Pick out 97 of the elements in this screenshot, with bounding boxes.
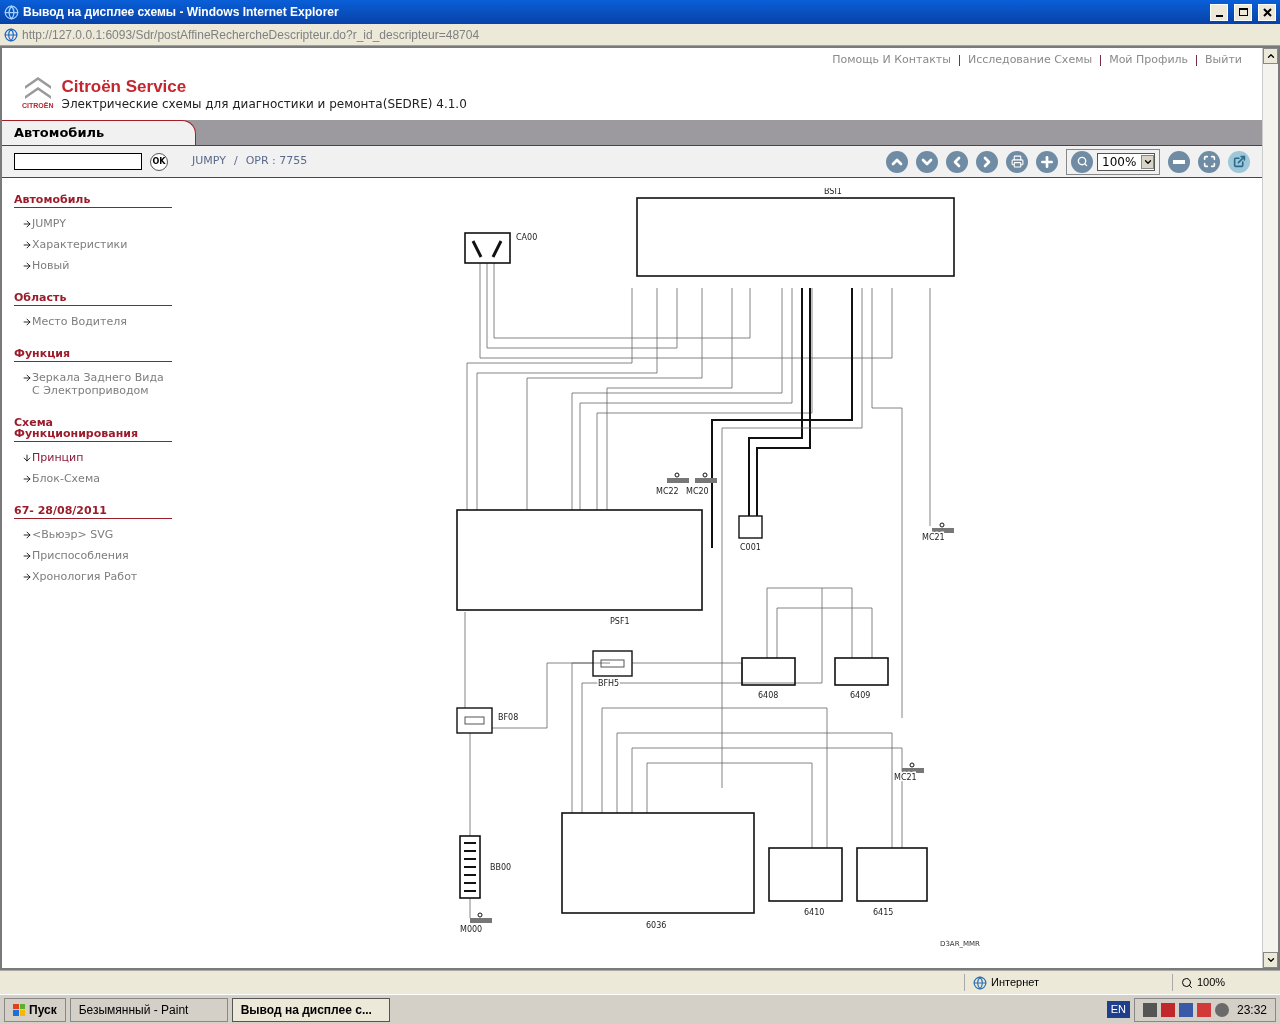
breadcrumb-link[interactable]: OPR : 7755 <box>245 153 308 170</box>
zoom-icon <box>1181 976 1193 989</box>
breadcrumb-link[interactable]: JUMPY <box>192 153 226 170</box>
window-title: Вывод на дисплее схемы - Windows Internet Explorer <box>23 4 340 21</box>
taskbar-button[interactable]: Вывод на дисплее с... <box>231 997 390 1022</box>
arrow-right-icon <box>22 240 32 250</box>
search-field[interactable] <box>14 153 142 170</box>
search-button[interactable] <box>1071 150 1093 173</box>
component-label: 6409 <box>850 691 871 700</box>
tray-icon[interactable] <box>1160 1002 1175 1017</box>
sidebar-link[interactable]: <Вьюэр> SVG <box>22 528 182 541</box>
breadcrumb-separator: / <box>233 153 238 170</box>
ok-button[interactable]: OK <box>150 152 168 171</box>
scroll-up-icon <box>1265 51 1276 61</box>
sidebar-link[interactable]: Новый <box>22 259 182 272</box>
sidebar-link[interactable]: Зеркала Заднего Вида С Электроприводом <box>22 371 182 397</box>
search-icon <box>1076 156 1088 167</box>
arrow-right-icon <box>22 261 32 271</box>
component-label: C001 <box>740 543 761 552</box>
arrow-right-icon <box>22 551 32 561</box>
sidebar-heading: Автомобиль <box>14 194 172 208</box>
component-label: CA00 <box>516 233 538 242</box>
arrow-right-icon <box>22 572 32 582</box>
plus-icon <box>1039 153 1055 170</box>
scrollbar[interactable] <box>1262 48 1278 968</box>
left-button[interactable] <box>946 150 968 173</box>
start-button[interactable]: Пуск <box>4 997 66 1022</box>
header-link[interactable]: Выйти <box>1205 52 1242 69</box>
component-label: BB00 <box>490 863 512 872</box>
sidebar-heading: Функция <box>14 348 172 362</box>
sidebar-heading: Область <box>14 292 172 306</box>
popout-button[interactable] <box>1228 150 1250 173</box>
up-button[interactable] <box>886 150 908 173</box>
chevron-logo-icon <box>22 76 53 101</box>
arrow-right-icon <box>22 530 32 540</box>
language-indicator[interactable]: EN <box>1106 1001 1130 1018</box>
component-label: 6410 <box>804 908 825 917</box>
sidebar-link[interactable]: Принцип <box>22 451 182 464</box>
component-label: M000 <box>460 925 483 934</box>
tray-icon[interactable] <box>1142 1002 1157 1017</box>
tray-icon[interactable] <box>1178 1002 1193 1017</box>
header-link[interactable]: Помощь И Контакты <box>832 52 951 69</box>
taskbar-button[interactable]: Безымянный - Paint <box>69 997 228 1022</box>
sidebar-link[interactable]: Место Водителя <box>22 315 182 328</box>
component-label: MC22 <box>656 487 679 496</box>
component-label: PSF1 <box>610 617 630 626</box>
sidebar-link[interactable]: Хронология Работ <box>22 570 182 583</box>
minimize-button[interactable] <box>1210 3 1228 21</box>
header-link[interactable]: Исследование Схемы <box>967 52 1093 69</box>
component-label: MC21 <box>922 533 945 542</box>
browser-icon <box>4 4 19 20</box>
zoom-select[interactable]: 100% <box>1097 152 1155 171</box>
zoom-in-button[interactable] <box>1036 150 1058 173</box>
internet-zone-icon <box>973 975 987 990</box>
component-label: BSI1 <box>824 188 842 196</box>
component-label: BFH5 <box>598 679 620 688</box>
close-icon <box>1262 7 1272 17</box>
print-button[interactable] <box>1006 150 1028 173</box>
fit-button[interactable] <box>1198 150 1220 173</box>
printer-icon <box>1010 155 1024 168</box>
sidebar-link[interactable]: Блок-Схема <box>22 472 182 485</box>
sidebar-heading: Схема Функционирования <box>14 417 172 442</box>
fit-icon <box>1202 155 1216 168</box>
arrow-right-icon <box>22 317 32 327</box>
zoom-level[interactable]: 100% <box>1197 974 1226 991</box>
scroll-down-icon <box>1265 955 1276 965</box>
component-label: 6036 <box>646 921 667 930</box>
component-label: 6408 <box>758 691 779 700</box>
arrow-right-icon <box>22 219 32 229</box>
tray-icon[interactable] <box>1196 1002 1211 1017</box>
sidebar-link[interactable]: JUMPY <box>22 217 182 230</box>
app-subtitle: Электрические схемы для диагностики и ремонта(SEDRE) 4.1.0 <box>61 97 467 113</box>
brand-title: Citroën Service <box>61 75 188 98</box>
section-tab[interactable]: Автомобиль <box>2 120 196 145</box>
maximize-button[interactable] <box>1234 3 1252 21</box>
minus-icon <box>1173 159 1185 164</box>
close-button[interactable] <box>1258 3 1276 21</box>
component-label: MC21 <box>894 773 917 782</box>
page-icon <box>4 27 18 42</box>
component-label: BF08 <box>498 713 519 722</box>
arrow-right-icon <box>22 373 32 383</box>
windows-logo-icon <box>13 1003 25 1016</box>
component-label: MC20 <box>686 487 709 496</box>
arrow-down-icon <box>22 453 32 463</box>
header-link[interactable]: Мой Профиль <box>1109 52 1189 69</box>
clock: 23:32 <box>1236 1001 1267 1019</box>
sidebar-link[interactable]: Приспособления <box>22 549 182 562</box>
right-button[interactable] <box>976 150 998 173</box>
zone-label: Интернет <box>991 975 1039 991</box>
sidebar-link[interactable]: Характеристики <box>22 238 182 251</box>
component-label: 6415 <box>873 908 894 917</box>
sidebar-heading: 67- 28/08/2011 <box>14 505 172 519</box>
tray-icon[interactable] <box>1214 1002 1229 1017</box>
down-button[interactable] <box>916 150 938 173</box>
arrow-right-icon <box>22 474 32 484</box>
zoom-out-button[interactable] <box>1168 150 1190 173</box>
popout-icon <box>1232 155 1246 168</box>
